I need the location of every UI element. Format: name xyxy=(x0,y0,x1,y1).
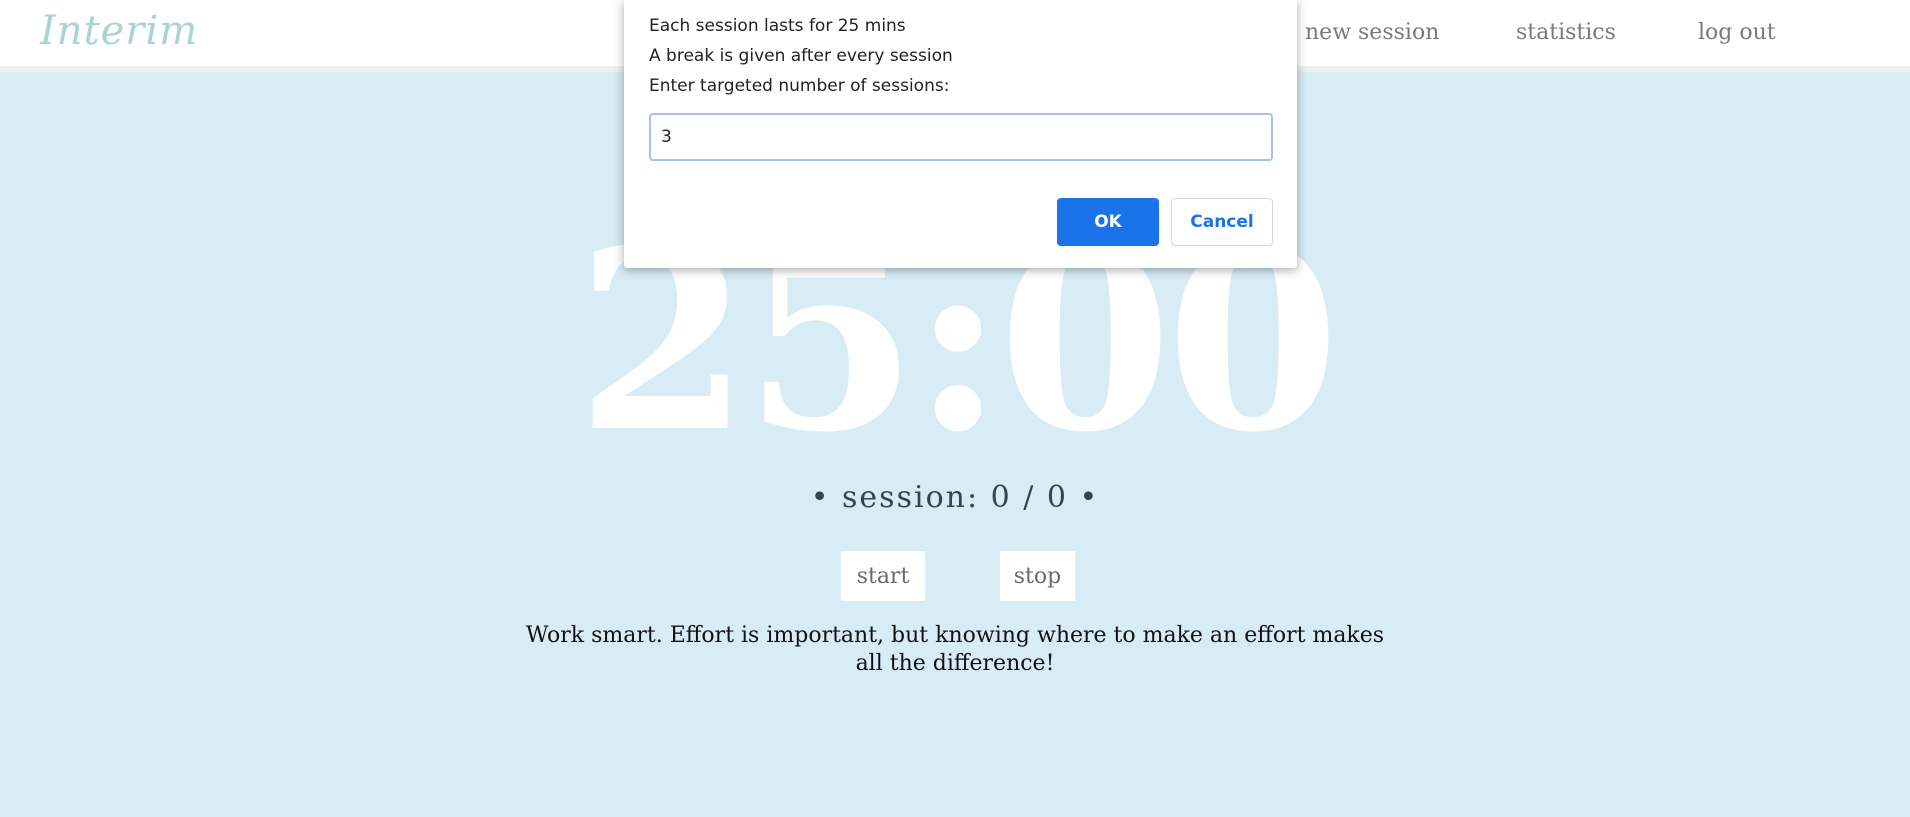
session-count-input[interactable] xyxy=(649,113,1273,161)
dialog-message-line: A break is given after every session xyxy=(649,46,953,66)
app-logo[interactable]: Interim xyxy=(40,8,198,54)
nav-statistics-link[interactable]: statistics xyxy=(1516,20,1616,45)
start-button[interactable]: start xyxy=(841,551,925,601)
stop-button[interactable]: stop xyxy=(1000,551,1075,601)
nav-log-out-link[interactable]: log out xyxy=(1698,20,1776,45)
motivational-quote: Work smart. Effort is important, but kno… xyxy=(525,623,1385,676)
dialog-prompt-label: Enter targeted number of sessions: xyxy=(649,76,950,96)
nav-new-session-link[interactable]: new session xyxy=(1305,20,1439,45)
ok-button[interactable]: OK xyxy=(1057,198,1159,246)
dialog-message-line: Each session lasts for 25 mins xyxy=(649,16,906,36)
session-prompt-dialog: Each session lasts for 25 mins A break i… xyxy=(624,0,1297,268)
cancel-button[interactable]: Cancel xyxy=(1171,198,1273,246)
session-counter: • session: 0 / 0 • xyxy=(810,480,1100,515)
